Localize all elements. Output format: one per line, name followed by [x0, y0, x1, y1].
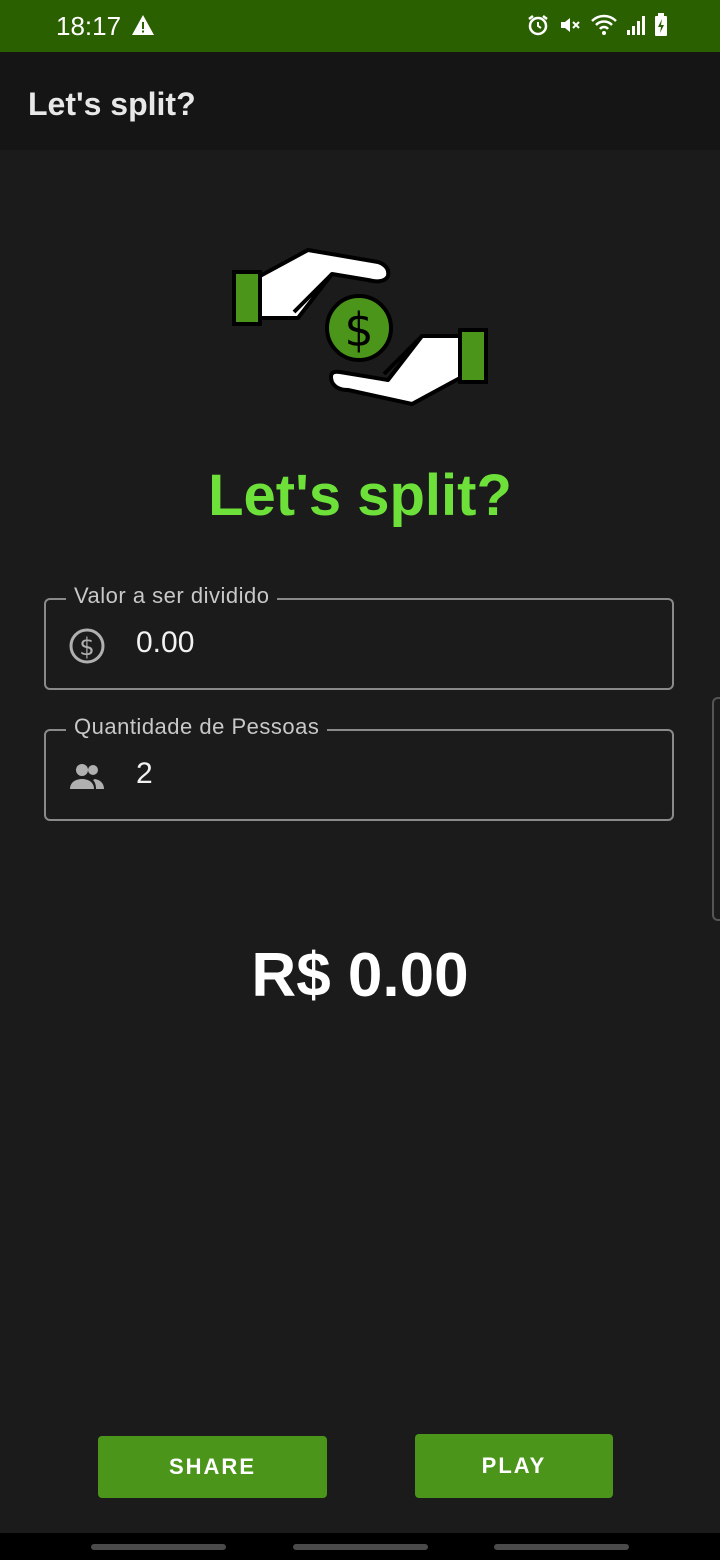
play-button[interactable]: PLAY [415, 1434, 613, 1498]
app-bar: Let's split? [0, 52, 720, 150]
amount-field[interactable]: Valor a ser dividido $ 0.00 [44, 583, 674, 690]
people-icon [68, 758, 106, 801]
alarm-icon [526, 13, 550, 42]
scrollbar[interactable] [712, 697, 720, 921]
result-value: R$ 0.00 [251, 941, 469, 1010]
people-field-label: Quantidade de Pessoas [66, 714, 328, 740]
svg-text:$: $ [344, 303, 373, 357]
share-button[interactable]: SHARE [98, 1436, 327, 1498]
dollar-circle-icon: $ [68, 627, 106, 670]
mute-icon [558, 13, 582, 42]
signal-icon [626, 14, 646, 41]
navigation-bar [0, 1533, 720, 1560]
amount-input[interactable]: 0.00 [136, 626, 194, 660]
people-input[interactable]: 2 [136, 757, 153, 791]
app-bar-title: Let's split? [28, 86, 196, 122]
svg-text:$: $ [79, 633, 94, 661]
status-bar: 18:17 [0, 0, 720, 52]
nav-home-handle[interactable] [293, 1544, 428, 1550]
wifi-icon [590, 13, 618, 42]
page-heading: Let's split? [208, 463, 512, 528]
nav-back-handle[interactable] [494, 1544, 629, 1550]
amount-field-label: Valor a ser dividido [66, 583, 278, 609]
status-time: 18:17 [56, 11, 122, 41]
status-icons [526, 13, 668, 42]
battery-icon [654, 13, 668, 42]
money-hands-icon: $ [228, 240, 492, 419]
warning-icon [131, 14, 155, 41]
people-field[interactable]: Quantidade de Pessoas 2 [44, 714, 674, 821]
nav-recent-handle[interactable] [91, 1544, 226, 1550]
